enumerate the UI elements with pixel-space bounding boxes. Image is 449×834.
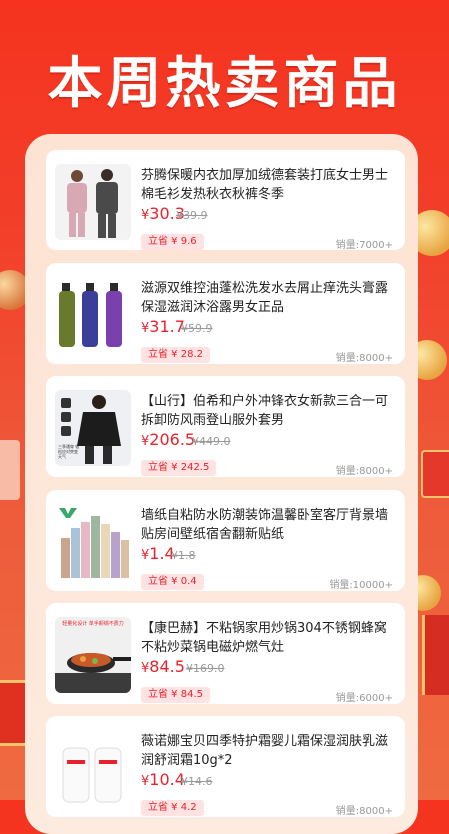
sales-count: 销量:8000+ bbox=[335, 353, 393, 364]
price-value: 84.5 bbox=[149, 657, 185, 676]
original-price: ¥39.9 bbox=[176, 209, 208, 222]
product-price: ¥10.4 bbox=[141, 770, 185, 792]
product-title[interactable]: 墙纸自粘防水防潮装饰温馨卧室客厅背景墙贴房间壁纸宿舍翻新贴纸 bbox=[141, 506, 393, 544]
sales-count: 销量:7000+ bbox=[335, 240, 393, 251]
product-price: ¥31.7 bbox=[141, 317, 185, 339]
product-card[interactable]: 墙纸自粘防水防潮装饰温馨卧室客厅背景墙贴房间壁纸宿舍翻新贴纸 ¥1.4 ¥1.8… bbox=[46, 490, 405, 591]
product-image bbox=[55, 730, 131, 806]
product-card[interactable]: 滋源双维控油蓬松洗发水去屑止痒洗头膏露保湿滋润沐浴露男女正品 ¥31.7 ¥59… bbox=[46, 263, 405, 364]
original-price: ¥1.8 bbox=[171, 549, 196, 562]
image-caption: 轻量化设计 单手颠锅不费力 bbox=[62, 621, 124, 627]
price-value: 10.4 bbox=[149, 770, 185, 789]
original-price: ¥59.9 bbox=[181, 322, 213, 335]
product-image bbox=[55, 164, 131, 240]
product-title[interactable]: 芬腾保暖内衣加厚加绒德套装打底女士男士棉毛衫发热秋衣秋裤冬季 bbox=[141, 166, 393, 204]
product-card[interactable]: 芬腾保暖内衣加厚加绒德套装打底女士男士棉毛衫发热秋衣秋裤冬季 ¥30.3 ¥39… bbox=[46, 150, 405, 251]
savings-badge: 立省 ¥ 0.4 bbox=[141, 574, 204, 590]
product-image bbox=[55, 504, 131, 580]
product-title[interactable]: 薇诺娜宝贝四季特护霜婴儿霜保湿润肤乳滋润舒润霜10g*2 bbox=[141, 732, 393, 770]
sales-count: 销量:8000+ bbox=[335, 466, 393, 477]
savings-badge: 立省 ¥ 4.2 bbox=[141, 800, 204, 816]
savings-badge: 立省 ¥ 242.5 bbox=[141, 460, 217, 476]
product-price: ¥84.5 bbox=[141, 657, 185, 679]
product-card[interactable]: 三季通穿 轻松应对突变天气 【山行】伯希和户外冲锋衣女新款三合一可拆卸防风雨登山… bbox=[46, 376, 405, 477]
price-value: 206.5 bbox=[149, 430, 196, 449]
decoration-box bbox=[0, 440, 20, 500]
sales-count: 销量:10000+ bbox=[329, 580, 393, 591]
product-image bbox=[55, 277, 131, 353]
product-image: 轻量化设计 单手颠锅不费力 bbox=[55, 617, 131, 693]
original-price: ¥449.0 bbox=[192, 435, 231, 448]
sales-count: 销量:6000+ bbox=[335, 693, 393, 704]
savings-badge: 立省 ¥ 84.5 bbox=[141, 687, 210, 703]
page-headline: 本周热卖商品 bbox=[47, 51, 402, 115]
savings-badge: 立省 ¥ 28.2 bbox=[141, 347, 210, 363]
red-envelope-decoration bbox=[421, 450, 449, 498]
product-title[interactable]: 滋源双维控油蓬松洗发水去屑止痒洗头膏露保湿滋润沐浴露男女正品 bbox=[141, 279, 393, 317]
sales-count: 销量:8000+ bbox=[335, 806, 393, 817]
original-price: ¥169.0 bbox=[186, 662, 225, 675]
product-title[interactable]: 【山行】伯希和户外冲锋衣女新款三合一可拆卸防风雨登山服外套男 bbox=[141, 392, 393, 430]
price-value: 31.7 bbox=[149, 317, 185, 336]
product-title[interactable]: 【康巴赫】不粘锅家用炒锅304不锈钢蜂窝不粘炒菜锅电磁炉燃气灶 bbox=[141, 619, 393, 657]
gift-box-decoration bbox=[422, 615, 449, 695]
product-image: 三季通穿 轻松应对突变天气 bbox=[55, 390, 131, 466]
product-card[interactable]: 轻量化设计 单手颠锅不费力 【康巴赫】不粘锅家用炒锅304不锈钢蜂窝不粘炒菜锅电… bbox=[46, 603, 405, 704]
savings-badge: 立省 ¥ 9.6 bbox=[141, 234, 204, 250]
product-price: ¥206.5 bbox=[141, 430, 195, 452]
original-price: ¥14.6 bbox=[181, 775, 213, 788]
product-price: ¥1.4 bbox=[141, 544, 175, 566]
product-card[interactable]: 薇诺娜宝贝四季特护霜婴儿霜保湿润肤乳滋润舒润霜10g*2 ¥10.4 ¥14.6… bbox=[46, 716, 405, 817]
image-caption: 三季通穿 轻松应对突变天气 bbox=[58, 444, 80, 459]
